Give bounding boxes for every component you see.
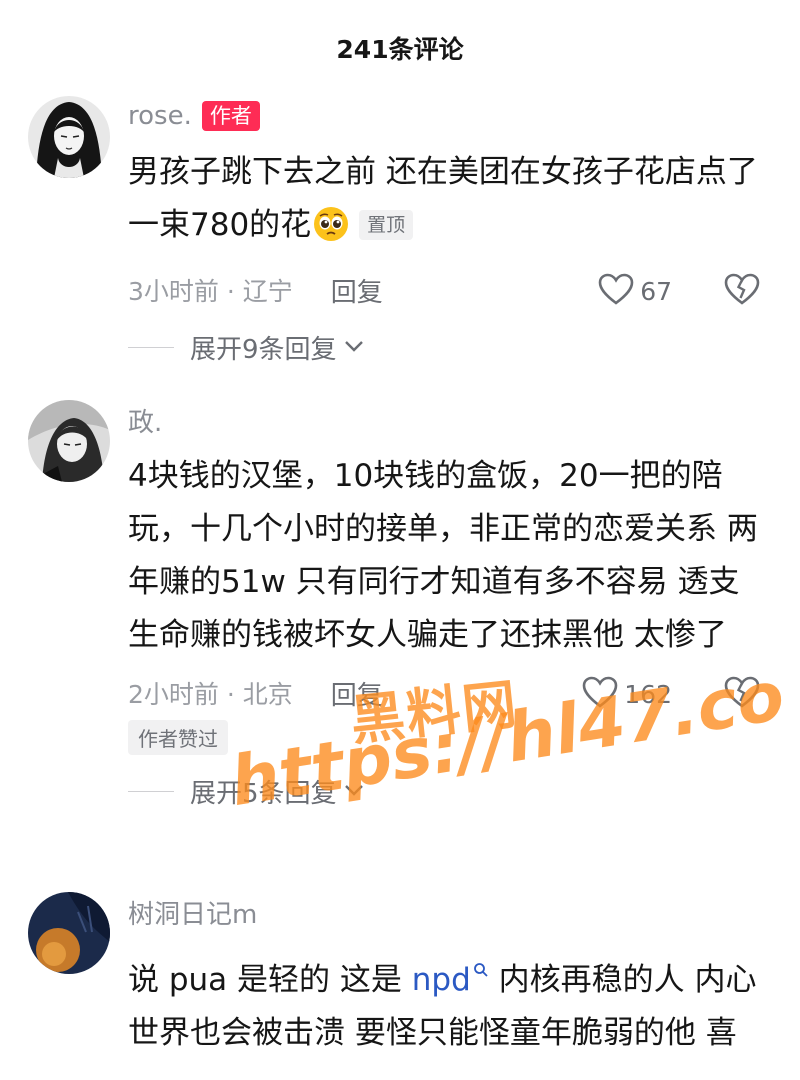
like-button[interactable]: 67: [598, 273, 672, 309]
like-count: 67: [640, 276, 672, 306]
chevron-down-icon: [343, 782, 365, 801]
comment-text-part: 说 pua 是轻的 这是: [128, 962, 412, 998]
pinned-tag: 置顶: [359, 210, 414, 240]
dislike-button[interactable]: [724, 676, 760, 712]
avatar[interactable]: [28, 400, 110, 482]
comment-meta: 2小时前 · 北京 回复 162: [128, 668, 760, 718]
heart-outline-icon: [582, 676, 618, 712]
comment-text: 4块钱的汉堡，10块钱的盒饭，20一把的陪玩，十几个小时的接单，非正常的恋爱关系…: [128, 458, 758, 653]
comment-text: 说 pua 是轻的 这是 npd 内核再稳的人 内心世界也会被击溃 要怪只能怪童…: [128, 942, 760, 1080]
comment-username[interactable]: 政.: [128, 402, 162, 439]
reply-button[interactable]: 回复: [331, 272, 383, 309]
heart-outline-icon: [598, 273, 634, 309]
comment-time-location: 2小时前 · 北京: [128, 680, 293, 709]
avatar[interactable]: [28, 96, 110, 178]
expand-replies-label: 展开9条回复: [190, 334, 337, 365]
comment-meta: 3小时前 · 辽宁 回复 67: [128, 265, 760, 315]
like-count: 162: [624, 679, 672, 709]
comment-text-content: 男孩子跳下去之前 还在美团在女孩子花店点了一束780的花: [128, 154, 758, 243]
comment-username[interactable]: 树洞日记m: [128, 894, 257, 931]
comment-text: 男孩子跳下去之前 还在美团在女孩子花店点了一束780的花 置顶: [128, 146, 760, 259]
search-icon: [473, 942, 489, 995]
divider: [128, 790, 174, 792]
bottom-bar-edge: [0, 1066, 800, 1080]
dislike-button[interactable]: [724, 273, 760, 309]
comment-username[interactable]: rose.: [128, 101, 192, 131]
search-link[interactable]: npd: [412, 962, 471, 998]
avatar[interactable]: [28, 892, 110, 974]
comment-item: 政. 4块钱的汉堡，10块钱的盒饭，20一把的陪玩，十几个小时的接单，非正常的恋…: [0, 400, 800, 870]
expand-replies-button[interactable]: 展开5条回复: [128, 769, 760, 813]
broken-heart-icon: [724, 273, 760, 309]
like-button[interactable]: 162: [582, 676, 672, 712]
comment-count-title: 241条评论: [336, 35, 464, 64]
comments-header: 241条评论: [0, 0, 800, 96]
comment-item: 树洞日记m 说 pua 是轻的 这是 npd 内核再稳的人 内心世界也会被击溃 …: [0, 892, 800, 1080]
comment-time-location: 3小时前 · 辽宁: [128, 277, 293, 306]
reply-button[interactable]: 回复: [331, 675, 383, 712]
pleading-face-emoji-icon: [313, 206, 349, 259]
divider: [128, 346, 174, 348]
expand-replies-button[interactable]: 展开9条回复: [128, 325, 760, 369]
chevron-down-icon: [343, 338, 365, 357]
author-liked-tag: 作者赞过: [128, 720, 228, 755]
comment-item: rose. 作者 男孩子跳下去之前 还在美团在女孩子花店点了一束780的花 置顶 …: [0, 96, 800, 386]
broken-heart-icon: [724, 676, 760, 712]
expand-replies-label: 展开5条回复: [190, 778, 337, 809]
author-badge: 作者: [201, 101, 260, 131]
